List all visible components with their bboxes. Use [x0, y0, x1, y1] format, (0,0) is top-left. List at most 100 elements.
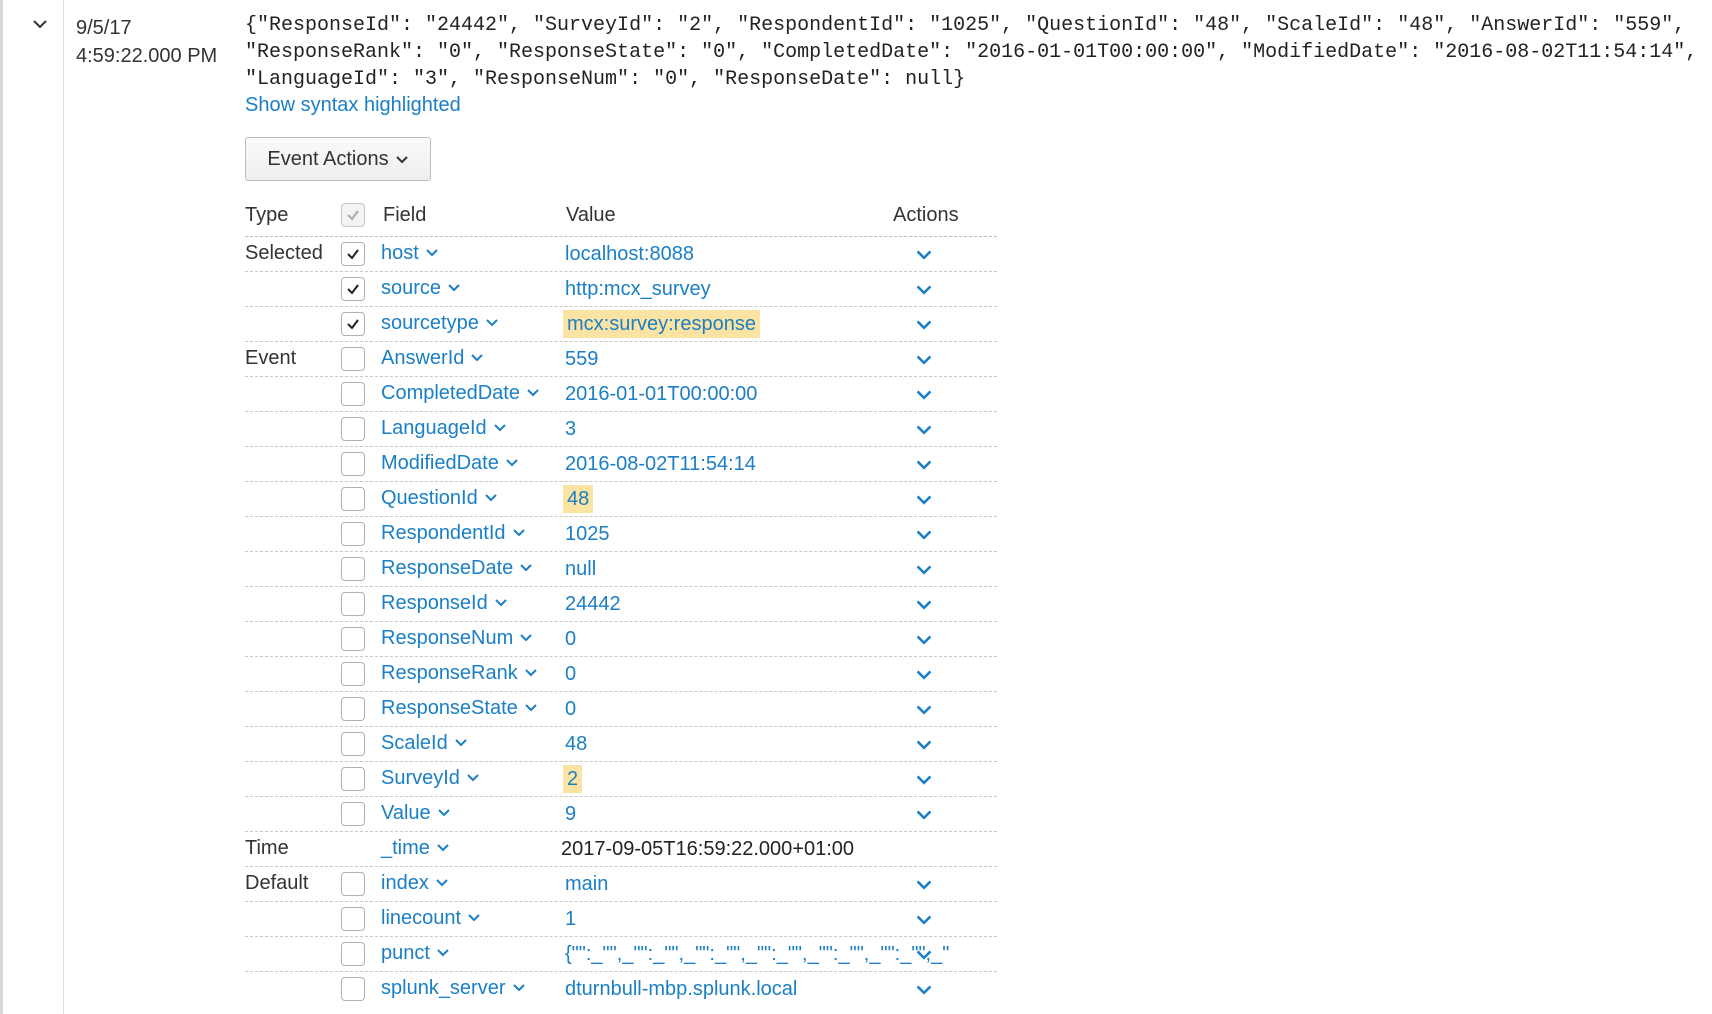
field-select-checkbox[interactable] [341, 627, 365, 651]
field-actions-chevron-icon[interactable] [915, 700, 935, 720]
field-select-checkbox[interactable] [341, 312, 365, 336]
field-name-dropdown[interactable]: ResponseRank [381, 662, 538, 685]
field-actions-chevron-icon[interactable] [915, 630, 935, 650]
field-name-dropdown[interactable]: ModifiedDate [381, 452, 519, 475]
field-value[interactable]: 0 [563, 695, 578, 723]
field-value[interactable]: localhost:8088 [563, 240, 696, 268]
field-value[interactable]: 1 [563, 905, 578, 933]
field-actions-chevron-icon[interactable] [915, 560, 935, 580]
field-name-dropdown[interactable]: CompletedDate [381, 382, 540, 405]
field-actions-chevron-icon[interactable] [915, 910, 935, 930]
field-actions-chevron-icon[interactable] [915, 490, 935, 510]
field-value[interactable]: 0 [563, 660, 578, 688]
field-value[interactable]: main [563, 870, 610, 898]
field-row: LanguageId 3 [0, 412, 1000, 447]
field-select-checkbox[interactable] [341, 522, 365, 546]
field-actions-chevron-icon[interactable] [915, 350, 935, 370]
field-select-checkbox[interactable] [341, 417, 365, 441]
field-actions-chevron-icon[interactable] [915, 735, 935, 755]
field-actions-chevron-icon[interactable] [915, 805, 935, 825]
field-value[interactable]: 48 [563, 730, 589, 758]
field-name-dropdown[interactable]: RespondentId [381, 522, 526, 545]
field-value[interactable]: 3 [563, 415, 578, 443]
field-name-dropdown[interactable]: SurveyId [381, 767, 480, 790]
field-select-checkbox[interactable] [341, 732, 365, 756]
field-select-checkbox[interactable] [341, 977, 365, 1001]
field-select-checkbox[interactable] [341, 382, 365, 406]
field-select-checkbox[interactable] [341, 767, 365, 791]
field-name-dropdown[interactable]: punct [381, 942, 450, 965]
show-syntax-highlighted-link[interactable]: Show syntax highlighted [245, 94, 461, 117]
field-row: ResponseNum 0 [0, 622, 1000, 657]
event-actions-button[interactable]: Event Actions [245, 137, 431, 181]
field-name: splunk_server [381, 977, 506, 999]
field-name-dropdown[interactable]: ResponseState [381, 697, 538, 720]
field-row: source http:mcx_survey [0, 272, 1000, 307]
field-value[interactable]: 2 [563, 765, 583, 793]
field-name-dropdown[interactable]: source [381, 277, 461, 300]
field-name-dropdown[interactable]: AnswerId [381, 347, 484, 370]
field-value[interactable]: 2016-08-02T11:54:14 [563, 450, 758, 478]
field-name-dropdown[interactable]: index [381, 872, 449, 895]
field-name-dropdown[interactable]: splunk_server [381, 977, 526, 1000]
field-actions-chevron-icon[interactable] [915, 315, 935, 335]
field-select-checkbox[interactable] [341, 907, 365, 931]
field-name-dropdown[interactable]: QuestionId [381, 487, 498, 510]
field-select-checkbox[interactable] [341, 872, 365, 896]
field-value[interactable]: null [563, 555, 598, 583]
field-value[interactable]: dturnbull-mbp.splunk.local [563, 975, 799, 1003]
field-row: linecount 1 [0, 902, 1000, 937]
field-actions-chevron-icon[interactable] [915, 245, 935, 265]
field-select-checkbox[interactable] [341, 487, 365, 511]
field-value[interactable]: 24442 [563, 590, 623, 618]
field-select-checkbox[interactable] [341, 242, 365, 266]
field-select-checkbox[interactable] [341, 347, 365, 371]
field-name-dropdown[interactable]: ResponseNum [381, 627, 533, 650]
field-name: source [381, 277, 442, 299]
field-select-checkbox[interactable] [341, 557, 365, 581]
field-actions-chevron-icon[interactable] [915, 945, 935, 965]
collapse-event-chevron-icon[interactable] [30, 14, 60, 44]
field-actions-chevron-icon[interactable] [915, 455, 935, 475]
chevron-down-icon [436, 837, 450, 860]
field-select-checkbox[interactable] [341, 697, 365, 721]
field-select-checkbox[interactable] [341, 452, 365, 476]
field-select-checkbox[interactable] [341, 802, 365, 826]
field-row: ResponseDate null [0, 552, 1000, 587]
chevron-down-icon [447, 277, 461, 300]
field-name-dropdown[interactable]: sourcetype [381, 312, 499, 335]
field-value[interactable]: {"":_"",_"":_"",_"":_"",_"":_"",_"":_"",… [563, 940, 951, 968]
field-value[interactable]: http:mcx_survey [563, 275, 713, 303]
field-actions-chevron-icon[interactable] [915, 525, 935, 545]
field-row: punct {"":_"",_"":_"",_"":_"",_"":_"",_""… [0, 937, 1000, 972]
field-name-dropdown[interactable]: host [381, 242, 439, 265]
field-name-dropdown[interactable]: ResponseId [381, 592, 508, 615]
field-value[interactable]: 48 [563, 485, 594, 513]
field-value[interactable]: 1025 [563, 520, 612, 548]
field-actions-chevron-icon[interactable] [915, 770, 935, 790]
field-name-dropdown[interactable]: ScaleId [381, 732, 468, 755]
field-row: sourcetype mcx:survey:response [0, 307, 1000, 342]
field-name-dropdown[interactable]: _time [381, 837, 450, 860]
field-value[interactable]: 9 [563, 800, 578, 828]
field-name-dropdown[interactable]: ResponseDate [381, 557, 533, 580]
field-actions-chevron-icon[interactable] [915, 980, 935, 1000]
field-actions-chevron-icon[interactable] [915, 595, 935, 615]
field-value[interactable]: 559 [563, 345, 600, 373]
field-value[interactable]: mcx:survey:response [563, 310, 760, 338]
field-actions-chevron-icon[interactable] [915, 385, 935, 405]
field-name-dropdown[interactable]: linecount [381, 907, 481, 930]
field-actions-chevron-icon[interactable] [915, 280, 935, 300]
field-select-checkbox[interactable] [341, 592, 365, 616]
field-actions-chevron-icon[interactable] [915, 420, 935, 440]
field-select-checkbox[interactable] [341, 942, 365, 966]
field-name: ResponseState [381, 697, 518, 719]
field-name-dropdown[interactable]: LanguageId [381, 417, 507, 440]
field-actions-chevron-icon[interactable] [915, 665, 935, 685]
field-select-checkbox[interactable] [341, 662, 365, 686]
field-actions-chevron-icon[interactable] [915, 875, 935, 895]
field-value[interactable]: 0 [563, 625, 578, 653]
field-value[interactable]: 2016-01-01T00:00:00 [563, 380, 759, 408]
field-select-checkbox[interactable] [341, 277, 365, 301]
field-name-dropdown[interactable]: Value [381, 802, 451, 825]
